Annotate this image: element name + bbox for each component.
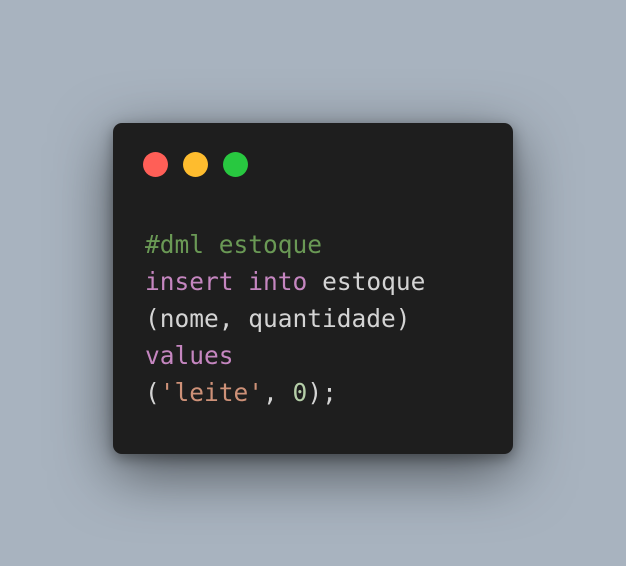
columns-token: (nome, quantidade) [145,304,411,333]
open-paren: ( [145,378,160,407]
comma-token: , [263,378,293,407]
close-dot-icon[interactable] [143,152,168,177]
code-window: #dml estoque insert into estoque (nome, qu… [113,123,513,454]
comment-token: #dml estoque [145,230,323,259]
insert-keyword: insert [145,267,234,296]
minimize-dot-icon[interactable] [183,152,208,177]
table-name: estoque [322,267,426,296]
string-literal: 'leite' [159,378,264,407]
window-controls [143,152,248,177]
code-line-tuple: ('leite', 0); [145,374,425,411]
code-line-comment: #dml estoque [145,226,425,263]
into-keyword: into [248,267,308,296]
number-literal: 0 [292,378,308,407]
values-keyword: values [145,341,234,370]
code-line-values: values [145,337,425,374]
code-block: #dml estoque insert into estoque (nome, qu… [145,226,425,411]
code-line-insert: insert into estoque [145,263,425,300]
code-line-columns: (nome, quantidade) [145,300,425,337]
close-token: ); [307,378,337,407]
maximize-dot-icon[interactable] [223,152,248,177]
